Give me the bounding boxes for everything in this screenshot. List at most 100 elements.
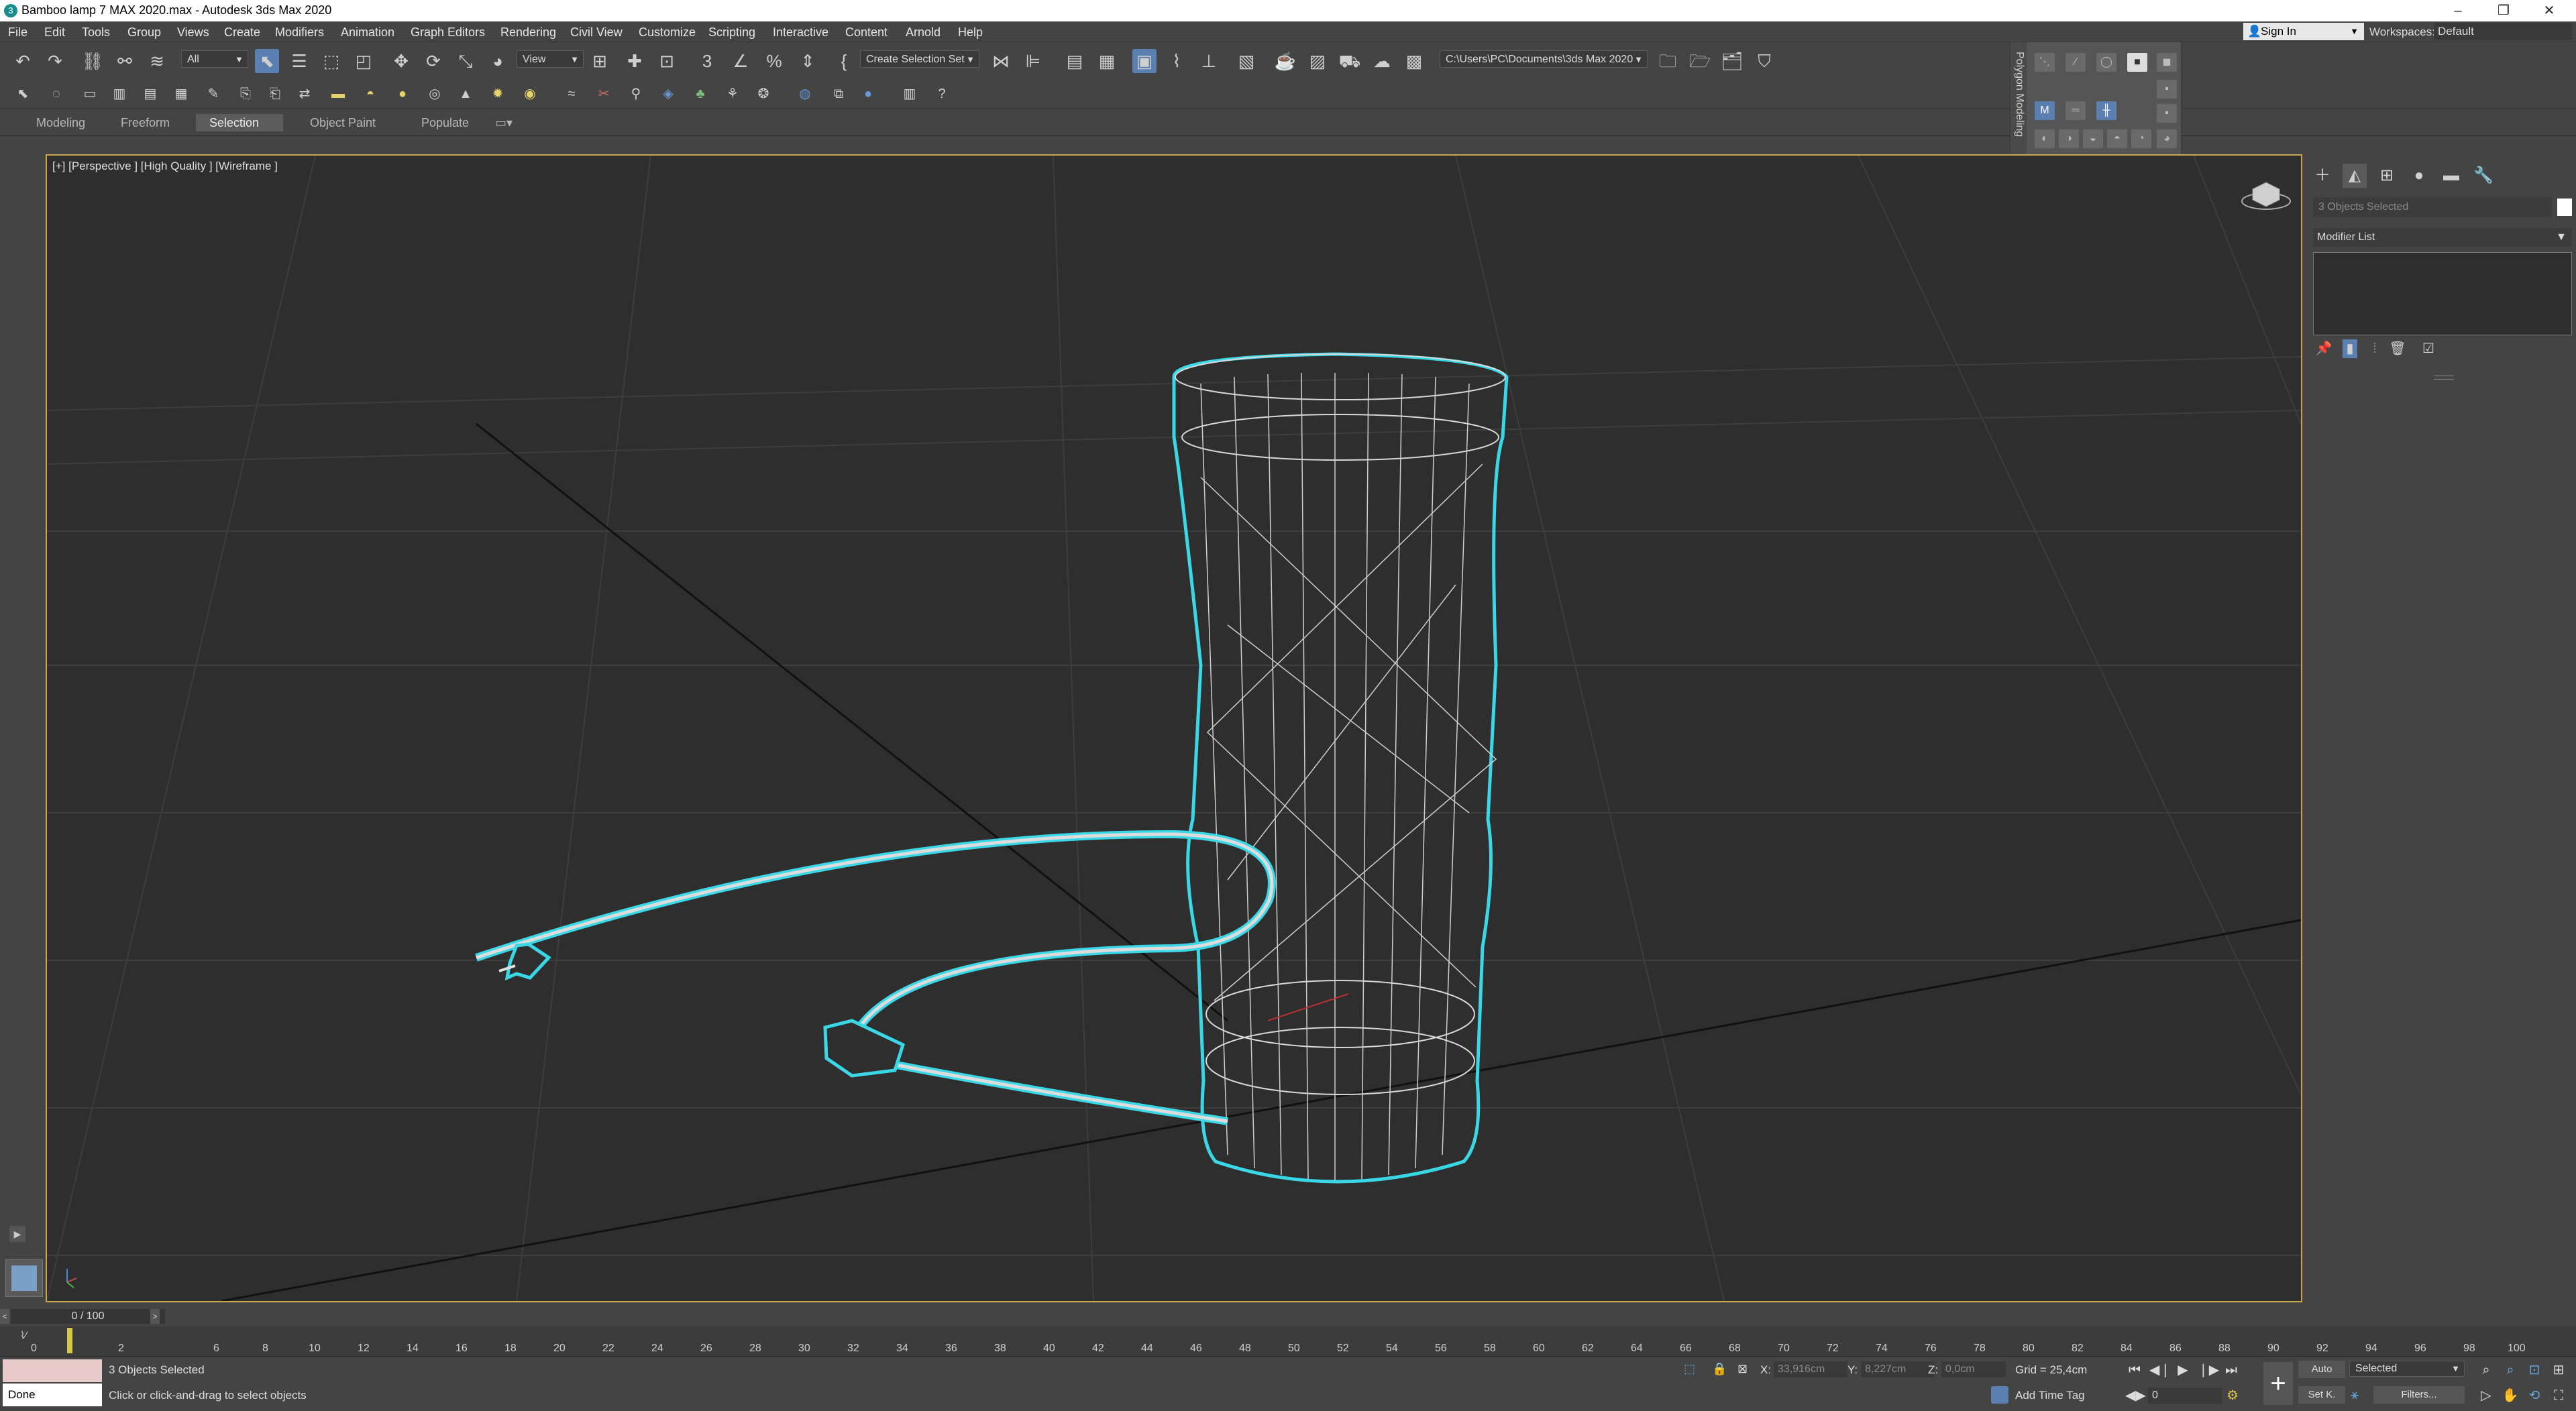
pin-stack-icon[interactable]: 📌	[2314, 339, 2333, 358]
tab-populate[interactable]: Populate	[408, 114, 482, 131]
link-icon[interactable]: ⛓	[80, 49, 105, 73]
render-production-icon[interactable]: ⛟	[1338, 49, 1362, 73]
go-to-end-icon[interactable]: ⏭	[2222, 1361, 2241, 1379]
tab-selection[interactable]: Selection	[196, 114, 283, 131]
next-frame-icon[interactable]: >	[150, 1309, 160, 1324]
light-icon[interactable]: ✹	[488, 84, 507, 103]
render-frame-icon[interactable]: ▩	[1402, 49, 1426, 73]
place-icon[interactable]: ◕	[486, 49, 510, 73]
menu-group[interactable]: Group	[127, 25, 161, 40]
menu-create[interactable]: Create	[224, 25, 260, 40]
redo-icon[interactable]: ↷	[43, 49, 67, 73]
edit-named-selection-icon[interactable]: {	[832, 49, 856, 73]
object-color-swatch[interactable]	[2557, 199, 2572, 216]
save-small-icon[interactable]: ▭	[80, 84, 99, 103]
floater-tab[interactable]: Polygon Modeling	[2010, 42, 2027, 162]
window-crossing-icon[interactable]: ◰	[352, 49, 376, 73]
close-icon[interactable]: ✕	[2528, 0, 2571, 21]
viewport-layout-button[interactable]	[5, 1259, 43, 1297]
orbit-icon[interactable]: ⟲	[2525, 1386, 2544, 1405]
torus-icon[interactable]: ◎	[425, 84, 444, 103]
arrange-icon[interactable]: ⧉	[829, 84, 848, 103]
save-file-icon[interactable]: 🗂	[1720, 49, 1744, 73]
menu-file[interactable]: File	[8, 25, 28, 40]
ribbon-options-icon[interactable]: ▭▾	[490, 114, 518, 131]
tab-object-paint[interactable]: Object Paint	[297, 114, 389, 131]
menu-views[interactable]: Views	[177, 25, 209, 40]
scale-icon[interactable]: ⤡	[453, 49, 478, 73]
restore-icon[interactable]: ❐	[2482, 0, 2525, 21]
frame-indicator[interactable]: 0 / 100	[11, 1309, 165, 1324]
time-configuration-icon[interactable]: ⚙	[2223, 1386, 2242, 1405]
globe-icon[interactable]: ◍	[796, 84, 814, 103]
panel-resize-handle[interactable]	[2434, 376, 2454, 380]
menu-help[interactable]: Help	[958, 25, 983, 40]
material-editor-icon[interactable]: ▧	[1234, 49, 1258, 73]
spinner-snap-icon[interactable]: ⇕	[796, 49, 820, 73]
poly-op4-icon[interactable]: ◓	[2107, 129, 2127, 148]
paste-icon[interactable]: ⎗	[266, 84, 284, 103]
poly-op2-icon[interactable]: ◑	[2059, 129, 2079, 148]
tab-modeling[interactable]: Modeling	[23, 114, 99, 131]
play-icon[interactable]: ▶	[2174, 1361, 2192, 1379]
poly-polygon-icon[interactable]: ■	[2127, 53, 2147, 72]
list-icon[interactable]: ▥	[110, 84, 129, 103]
poly-mode3-icon[interactable]: ╫	[2096, 101, 2116, 120]
modifier-c-icon[interactable]: ♣	[691, 84, 710, 103]
listener-output[interactable]: Done	[3, 1384, 102, 1406]
field-of-view-icon[interactable]: ▷	[2477, 1386, 2496, 1405]
list2-icon[interactable]: ▤	[141, 84, 160, 103]
named-selection-set-dropdown[interactable]: Create Selection Set ▼	[860, 50, 979, 68]
menu-interactive[interactable]: Interactive	[773, 25, 828, 40]
key-filter-dropdown[interactable]: Selected ▼	[2349, 1361, 2465, 1377]
ribbon-toggle-icon[interactable]: ▣	[1132, 49, 1157, 73]
set-key-button[interactable]: Set K.	[2298, 1386, 2345, 1404]
add-time-tag[interactable]: Add Time Tag	[2015, 1389, 2085, 1402]
render-toggle-icon[interactable]: ●	[859, 84, 877, 103]
menu-animation[interactable]: Animation	[341, 25, 394, 40]
menu-arnold[interactable]: Arnold	[906, 25, 941, 40]
select-tool-icon[interactable]: ⬉	[13, 84, 32, 103]
box-icon[interactable]: ▬	[329, 84, 347, 103]
mirror-icon[interactable]: ⋈	[989, 49, 1013, 73]
modifier-d-icon[interactable]: ⚘	[723, 84, 742, 103]
lasso-icon[interactable]: ◌	[47, 84, 66, 103]
go-to-start-icon[interactable]: ⏮	[2125, 1361, 2144, 1379]
filters-button[interactable]: Filters...	[2373, 1386, 2465, 1404]
help-icon[interactable]: ?	[932, 84, 951, 103]
poly-mode2-icon[interactable]: ═	[2065, 101, 2086, 120]
scene-explorer-icon[interactable]: ▤	[1063, 49, 1087, 73]
time-tag-icon[interactable]	[1991, 1386, 2008, 1404]
poly-mode-icon[interactable]: M	[2035, 101, 2055, 120]
brush-icon[interactable]: ✎	[204, 84, 223, 103]
zoom-extents-all-icon[interactable]: ⊞	[2549, 1361, 2568, 1379]
keyboard-shortcut-icon[interactable]: ⊡	[655, 49, 679, 73]
expand-arrow-icon[interactable]: ▶	[9, 1226, 25, 1242]
move-icon[interactable]: ✥	[389, 49, 413, 73]
menu-graph-editors[interactable]: Graph Editors	[411, 25, 485, 40]
sun-icon[interactable]: ◉	[521, 84, 539, 103]
menu-content[interactable]: Content	[845, 25, 888, 40]
selection-lock-icon[interactable]: 🔒	[1712, 1362, 1727, 1376]
zoom-extents-icon[interactable]: ⊡	[2525, 1361, 2544, 1379]
rendered-frame-window-icon[interactable]: ▨	[1305, 49, 1330, 73]
project-folder-icon[interactable]: 🗀	[1656, 49, 1680, 73]
previous-frame-icon[interactable]: ◀❘	[2149, 1361, 2171, 1379]
poly-op3-icon[interactable]: ◒	[2083, 129, 2103, 148]
rotate-icon[interactable]: ⟳	[421, 49, 445, 73]
poly-op5-icon[interactable]: ◔	[2131, 129, 2151, 148]
isolate-selection-icon[interactable]: ⬚	[1684, 1362, 1695, 1376]
absolute-mode-icon[interactable]: ⊠	[1737, 1362, 1748, 1376]
folder-settings-icon[interactable]: ⛉	[1752, 49, 1776, 73]
poly-op6-icon[interactable]: ◕	[2157, 129, 2177, 148]
poly-vertex-icon[interactable]: ⋱	[2035, 53, 2055, 72]
menu-tools[interactable]: Tools	[82, 25, 110, 40]
percent-snap-icon[interactable]: %	[762, 49, 786, 73]
wave-icon[interactable]: ≈	[562, 84, 581, 103]
utilities-panel-icon[interactable]: 🔧	[2471, 164, 2496, 188]
make-unique-icon[interactable]: ⁞	[2365, 339, 2384, 358]
project-folder-dropdown[interactable]: C:\Users\PC\Documents\3ds Max 2020 ▼	[1440, 50, 1648, 68]
workspace-select[interactable]: Default	[2434, 23, 2572, 40]
poly-mode4-icon[interactable]: ▪	[2157, 104, 2177, 123]
remove-modifier-icon[interactable]: 🗑	[2388, 339, 2407, 358]
